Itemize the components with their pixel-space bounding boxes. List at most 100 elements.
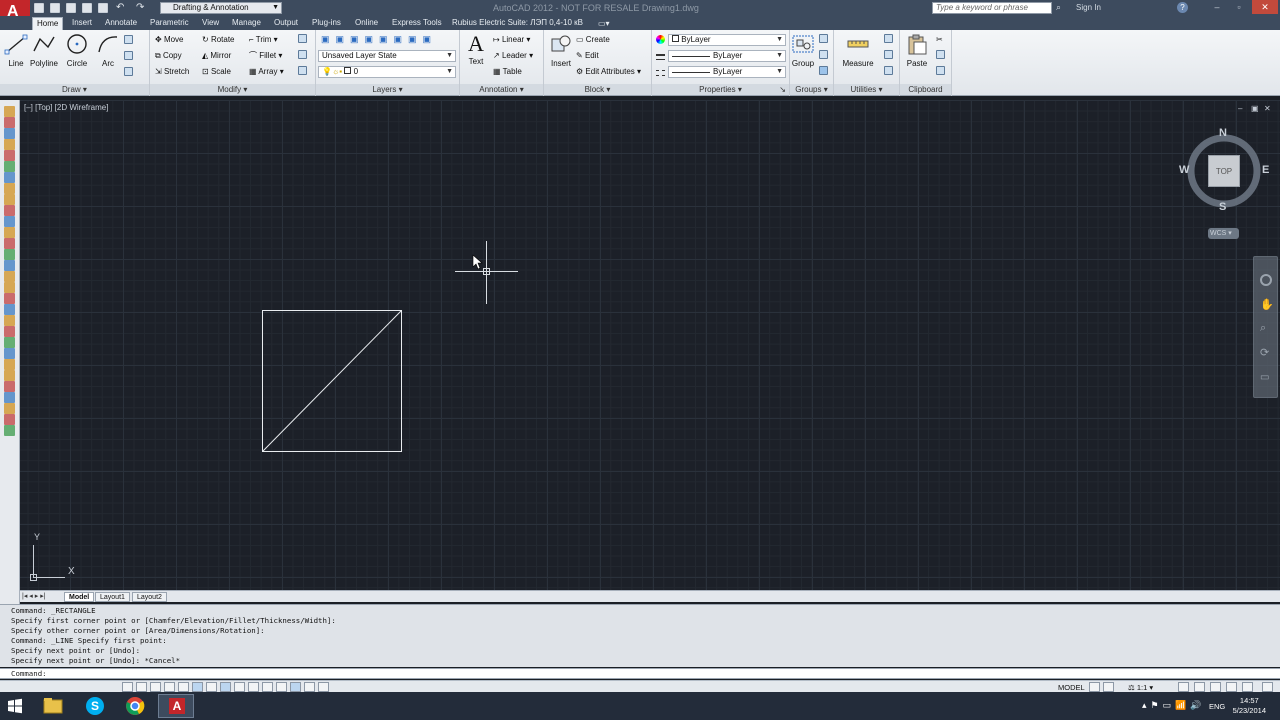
paste-button[interactable]: Paste <box>904 33 930 68</box>
modify-panel-title[interactable]: Modify ▾ <box>150 84 315 95</box>
match-properties-button[interactable] <box>936 66 948 78</box>
leader-button[interactable]: ↗ Leader ▾ <box>493 50 533 62</box>
3d-object-snap-button[interactable] <box>206 682 217 692</box>
tab-express-tools[interactable]: Express Tools <box>388 17 446 30</box>
snap-mode-button[interactable] <box>136 682 147 692</box>
left-toolbar-tool-icon[interactable] <box>4 128 15 139</box>
chrome-icon[interactable] <box>120 694 150 718</box>
save-icon[interactable] <box>66 3 76 13</box>
ribbon-toggle-icon[interactable]: ▭▾ <box>598 19 610 28</box>
left-toolbar-tool-icon[interactable] <box>4 348 15 359</box>
left-toolbar-tool-icon[interactable] <box>4 106 15 117</box>
text-button[interactable]: A Text <box>464 33 488 67</box>
block-panel-title[interactable]: Block ▾ <box>544 84 651 95</box>
left-toolbar-tool-icon[interactable] <box>4 370 15 381</box>
drawing-area[interactable]: [–] [Top] [2D Wireframe] – ▣ ✕ Y X N S W… <box>20 100 1280 590</box>
new-icon[interactable] <box>34 3 44 13</box>
compass-east[interactable]: E <box>1262 164 1269 176</box>
clean-screen-button[interactable] <box>1262 682 1273 692</box>
color-dropdown[interactable]: ByLayer ▼ <box>668 34 786 46</box>
left-toolbar-tool-icon[interactable] <box>4 271 15 282</box>
system-clock[interactable]: 14:57 5/23/2014 <box>1233 696 1266 716</box>
tab-view[interactable]: View <box>198 17 223 30</box>
compass-south[interactable]: S <box>1219 201 1226 213</box>
edit-block-button[interactable]: ✎ Edit <box>576 50 599 62</box>
viewcube-top-face[interactable]: TOP <box>1208 155 1240 187</box>
measure-button[interactable]: Measure <box>838 33 878 68</box>
save-as-icon[interactable] <box>82 3 92 13</box>
tab-scroll-arrows-icon[interactable]: |◂ ◂ ▸ ▸| <box>22 592 46 600</box>
create-block-button[interactable]: ▭ Create <box>576 34 610 46</box>
left-toolbar-tool-icon[interactable] <box>4 249 15 260</box>
orbit-icon[interactable]: ⟳ <box>1260 346 1269 359</box>
clipboard-panel-title[interactable]: Clipboard <box>900 84 951 95</box>
table-button[interactable]: ▦ Table <box>493 66 522 78</box>
help-icon[interactable]: ? <box>1177 2 1188 13</box>
rectangle-button[interactable] <box>124 35 136 47</box>
tab-layout2[interactable]: Layout2 <box>132 592 167 602</box>
left-toolbar-tool-icon[interactable] <box>4 337 15 348</box>
linear-button[interactable]: ↦ Linear ▾ <box>493 34 530 46</box>
transparency-button[interactable] <box>276 682 287 692</box>
layers-panel-title[interactable]: Layers ▾ <box>316 84 459 95</box>
left-toolbar-tool-icon[interactable] <box>4 150 15 161</box>
properties-panel-title[interactable]: Properties ▾ ↘ <box>652 84 789 95</box>
ungroup-button[interactable] <box>819 34 831 46</box>
annotation-panel-title[interactable]: Annotation ▾ <box>460 84 543 95</box>
open-icon[interactable] <box>50 3 60 13</box>
stretch-button[interactable]: ⇲ Stretch <box>155 66 189 78</box>
selection-cycling-button[interactable] <box>304 682 315 692</box>
close-button[interactable]: ✕ <box>1252 0 1278 14</box>
left-toolbar-tool-icon[interactable] <box>4 293 15 304</box>
polyline-button[interactable]: Polyline <box>28 33 60 68</box>
left-toolbar-tool-icon[interactable] <box>4 315 15 326</box>
left-toolbar-tool-icon[interactable] <box>4 161 15 172</box>
rotate-button[interactable]: ↻ Rotate <box>202 34 235 46</box>
drawn-diagonal-line[interactable] <box>262 310 402 452</box>
compass-north[interactable]: N <box>1219 127 1227 139</box>
command-line-input[interactable]: Command: <box>0 668 1280 679</box>
quick-select-button[interactable] <box>884 34 896 46</box>
cut-button[interactable]: ✂ <box>936 34 943 46</box>
tab-insert[interactable]: Insert <box>68 17 96 30</box>
utilities-panel-title[interactable]: Utilities ▾ <box>834 84 899 95</box>
move-button[interactable]: ✥ Move <box>155 34 184 46</box>
showmotion-icon[interactable]: ▭ <box>1260 372 1269 383</box>
tab-annotate[interactable]: Annotate <box>101 17 141 30</box>
annotation-monitor-button[interactable] <box>318 682 329 692</box>
compass-west[interactable]: W <box>1179 164 1189 176</box>
calculator-button[interactable] <box>884 66 896 78</box>
linetype-dropdown[interactable]: ByLayer ▼ <box>668 66 786 78</box>
windows-start-icon[interactable] <box>0 694 30 718</box>
group-edit-button[interactable] <box>819 50 831 62</box>
layer-state-dropdown[interactable]: Unsaved Layer State ▼ <box>318 50 456 62</box>
line-button[interactable]: Line <box>4 33 28 68</box>
pan-icon[interactable]: ✋ <box>1260 298 1274 311</box>
minimize-button[interactable]: – <box>1208 0 1226 14</box>
tab-home[interactable]: Home <box>32 17 64 30</box>
quick-view-drawings-button[interactable] <box>1103 682 1114 692</box>
tab-online[interactable]: Online <box>351 17 382 30</box>
trim-button[interactable]: ⌐ Trim ▾ <box>249 34 278 46</box>
arc-button[interactable]: Arc <box>95 33 121 68</box>
plot-icon[interactable] <box>98 3 108 13</box>
input-language-indicator[interactable]: ENG <box>1209 702 1225 711</box>
lineweight-dropdown[interactable]: ByLayer ▼ <box>668 50 786 62</box>
draw-panel-title[interactable]: Draw ▾ <box>0 84 149 95</box>
sign-in-link[interactable]: Sign In <box>1076 3 1101 12</box>
file-explorer-icon[interactable] <box>38 694 68 718</box>
groups-panel-title[interactable]: Groups ▾ <box>790 84 833 95</box>
skype-icon[interactable]: S <box>80 694 110 718</box>
array-button[interactable]: ▦ Array ▾ <box>249 66 284 78</box>
left-toolbar-tool-icon[interactable] <box>4 414 15 425</box>
fillet-button[interactable]: ⌒ Fillet ▾ <box>249 50 282 62</box>
left-toolbar-tool-icon[interactable] <box>4 260 15 271</box>
tab-layout1[interactable]: Layout1 <box>95 592 130 602</box>
hardware-acceleration-button[interactable] <box>1226 682 1237 692</box>
left-toolbar-tool-icon[interactable] <box>4 227 15 238</box>
tab-plugins[interactable]: Plug-ins <box>308 17 345 30</box>
left-toolbar-tool-icon[interactable] <box>4 403 15 414</box>
group-selection-button[interactable] <box>819 66 831 78</box>
viewcube[interactable]: N S W E TOP <box>1179 127 1269 213</box>
tab-rubius[interactable]: Rubius Electric Suite: ЛЭП 0,4-10 кВ <box>448 17 587 30</box>
